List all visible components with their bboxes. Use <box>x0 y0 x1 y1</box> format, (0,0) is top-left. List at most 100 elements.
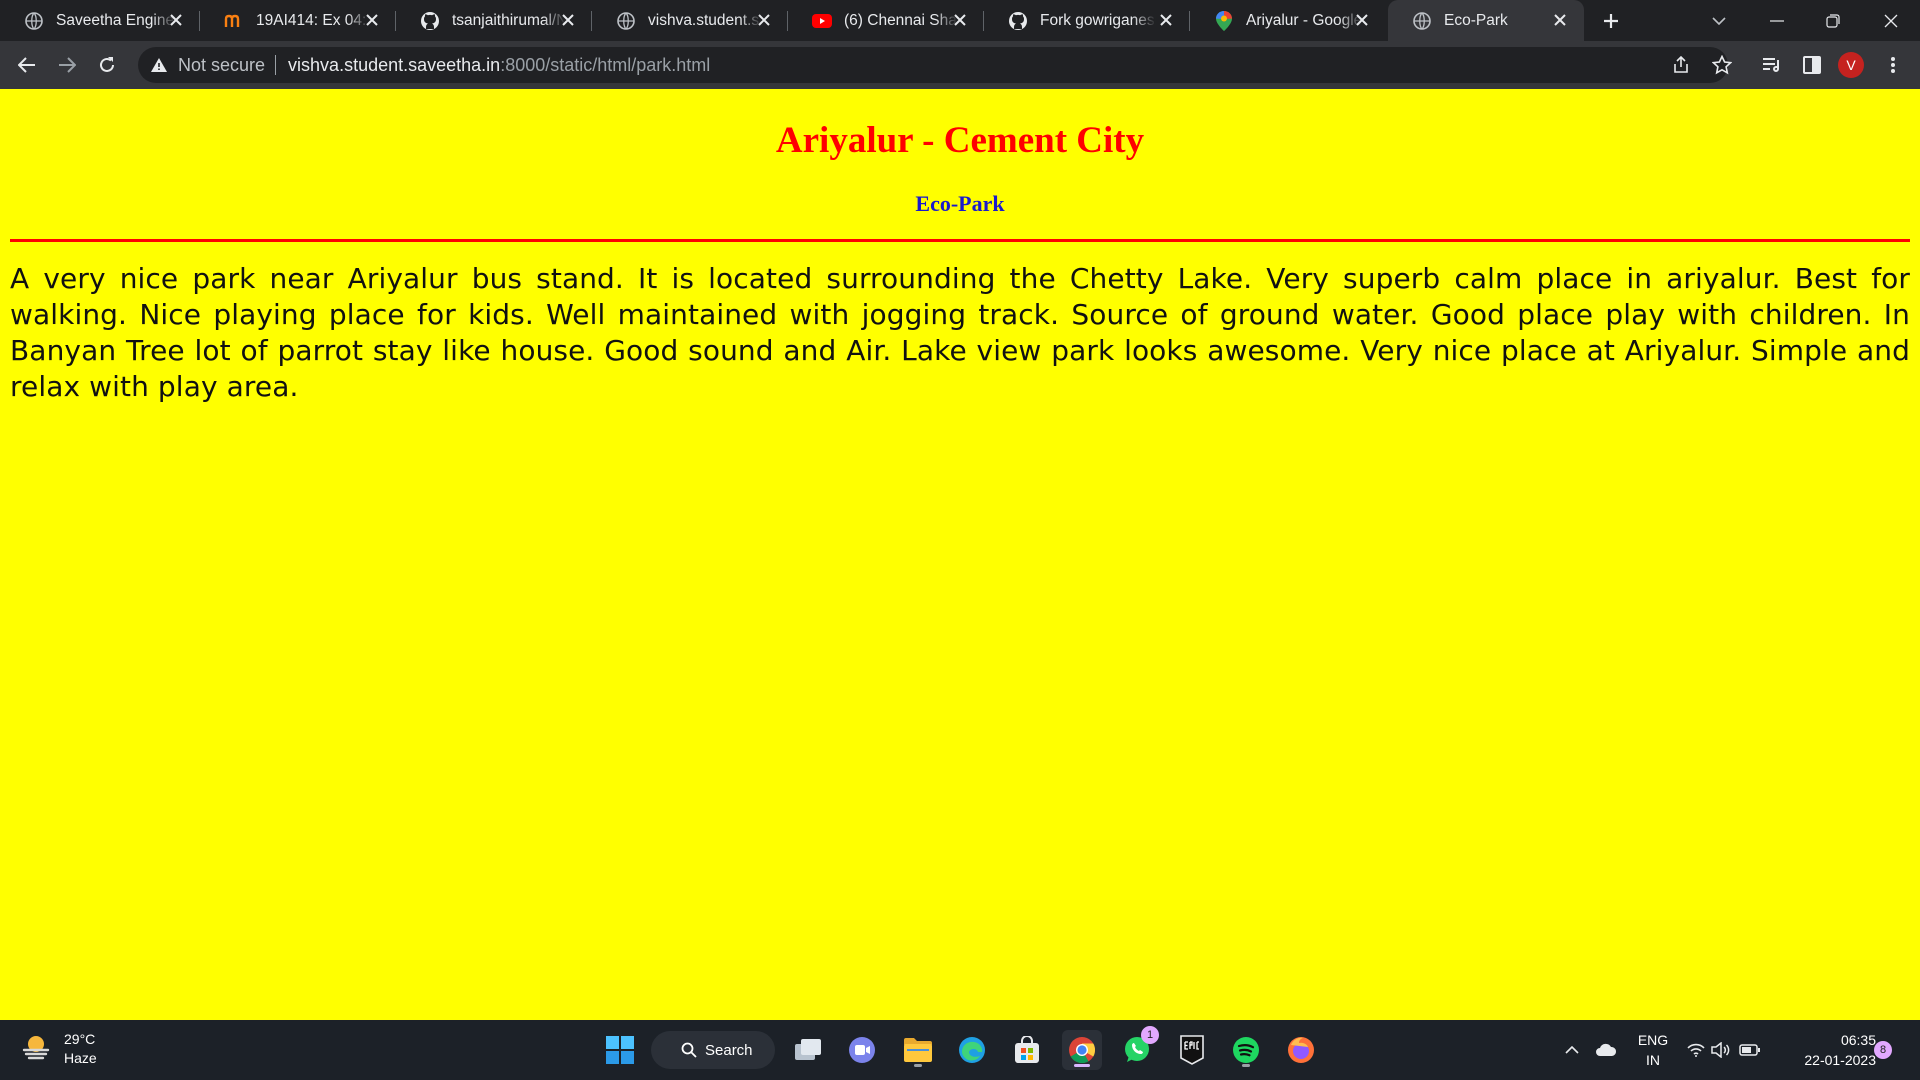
windows-logo-icon <box>606 1036 634 1064</box>
close-tab-icon[interactable] <box>362 10 382 30</box>
horizontal-rule <box>10 239 1910 242</box>
task-view-button[interactable] <box>788 1030 828 1070</box>
close-tab-icon[interactable] <box>1550 10 1570 30</box>
plus-icon <box>1604 14 1618 28</box>
chrome-button[interactable] <box>1062 1030 1102 1070</box>
search-icon <box>681 1042 697 1058</box>
page-viewport: Ariyalur - Cement City Eco-Park A very n… <box>0 89 1920 1020</box>
arrow-left-icon <box>18 57 35 73</box>
store-icon <box>1015 1036 1039 1063</box>
close-tab-icon[interactable] <box>1156 10 1176 30</box>
tab-eco-park[interactable]: Eco-Park <box>1388 0 1584 41</box>
menu-button[interactable] <box>1877 49 1909 81</box>
description-paragraph: A very nice park near Ariyalur bus stand… <box>10 262 1910 403</box>
tab-title: Ariyalur - Google Maps <box>1246 11 1362 29</box>
profile-avatar[interactable]: V <box>1838 52 1864 78</box>
taskbar-search[interactable]: Search <box>651 1031 775 1069</box>
star-icon <box>1712 55 1732 75</box>
close-window-button[interactable] <box>1862 0 1920 41</box>
restore-button[interactable] <box>1804 0 1862 41</box>
tab-title: tsanjaithirumal/Nature <box>452 11 566 29</box>
cloud-icon <box>1596 1043 1617 1056</box>
file-explorer-button[interactable] <box>898 1030 938 1070</box>
notification-badge[interactable]: 8 <box>1874 1041 1892 1059</box>
security-status[interactable]: Not secure <box>178 55 265 76</box>
epic-games-button[interactable] <box>1172 1030 1212 1070</box>
firefox-button[interactable] <box>1281 1030 1321 1070</box>
close-tab-icon[interactable] <box>558 10 578 30</box>
back-button[interactable] <box>11 49 43 81</box>
share-button[interactable] <box>1665 49 1697 81</box>
running-indicator <box>914 1064 922 1067</box>
active-indicator <box>1074 1064 1090 1067</box>
maps-pin-icon <box>1214 10 1234 31</box>
close-tab-icon[interactable] <box>1352 10 1372 30</box>
close-tab-icon[interactable] <box>166 10 186 30</box>
epic-games-icon <box>1180 1035 1204 1065</box>
youtube-icon <box>812 11 832 31</box>
tab-tsanjaithirumal[interactable]: tsanjaithirumal/Nature <box>396 0 592 41</box>
github-icon <box>420 11 440 31</box>
search-label: Search <box>705 1041 753 1059</box>
kebab-menu-icon <box>1891 57 1895 73</box>
globe-icon <box>1412 11 1432 31</box>
chevron-down-icon <box>1712 16 1726 25</box>
spotify-button[interactable] <box>1226 1030 1266 1070</box>
clock-date: 22-01-2023 <box>1804 1052 1876 1068</box>
haze-sun-icon <box>20 1031 52 1068</box>
windows-taskbar: 29°C Haze Search 1 ENG IN 06:35 22-01-20… <box>0 1020 1920 1080</box>
github-icon <box>1008 11 1028 31</box>
restore-icon <box>1826 13 1840 28</box>
tab-ariyalur-maps[interactable]: Ariyalur - Google Maps <box>1190 0 1386 41</box>
tab-title: Eco-Park <box>1444 11 1508 29</box>
weather-condition: Haze <box>64 1050 97 1066</box>
page-title: Ariyalur - Cement City <box>775 120 1145 161</box>
microsoft-store-button[interactable] <box>1007 1030 1047 1070</box>
minimize-icon <box>1770 19 1784 22</box>
chat-icon <box>849 1037 875 1063</box>
spotify-icon <box>1233 1037 1259 1063</box>
tab-search-button[interactable] <box>1690 0 1748 41</box>
close-icon <box>1884 14 1898 27</box>
tab-saveetha[interactable]: Saveetha Engineering College <box>0 0 200 41</box>
forward-button[interactable] <box>51 49 83 81</box>
address-divider <box>275 55 277 75</box>
teams-chat-button[interactable] <box>842 1030 882 1070</box>
clock[interactable]: 06:35 22-01-2023 <box>1780 1030 1876 1070</box>
whatsapp-badge: 1 <box>1141 1026 1159 1044</box>
warning-triangle-icon[interactable] <box>150 56 168 74</box>
minimize-button[interactable] <box>1748 0 1806 41</box>
url-host: vishva.student.saveetha.in <box>288 54 501 75</box>
tab-chennai-sharks[interactable]: (6) Chennai Sharks <box>788 0 984 41</box>
weather-widget[interactable]: 29°C Haze <box>20 1030 97 1068</box>
bookmark-button[interactable] <box>1706 49 1738 81</box>
tab-title: Saveetha Engineering College <box>56 11 176 29</box>
side-panel-button[interactable] <box>1796 49 1828 81</box>
quick-settings-button[interactable] <box>1684 1030 1764 1070</box>
clock-time: 06:35 <box>1840 1032 1876 1048</box>
tab-19ai414[interactable]: 19AI414: Ex 04: Places <box>200 0 396 41</box>
start-button[interactable] <box>600 1030 640 1070</box>
show-hidden-icons-button[interactable] <box>1560 1030 1584 1070</box>
language-indicator[interactable]: ENG IN <box>1628 1030 1678 1070</box>
onedrive-button[interactable] <box>1590 1030 1622 1070</box>
wifi-icon <box>1687 1043 1705 1057</box>
task-view-icon <box>795 1039 821 1060</box>
language-code: ENG <box>1637 1032 1669 1048</box>
new-tab-button[interactable] <box>1598 8 1624 34</box>
edge-button[interactable] <box>952 1030 992 1070</box>
arrow-right-icon <box>59 57 76 73</box>
region-code: IN <box>1646 1052 1660 1068</box>
reading-list-button[interactable] <box>1756 49 1788 81</box>
tab-title: (6) Chennai Sharks <box>844 11 958 29</box>
whatsapp-button[interactable]: 1 <box>1117 1026 1159 1070</box>
folder-icon <box>904 1038 932 1062</box>
share-icon <box>1674 56 1688 73</box>
reload-button[interactable] <box>91 49 123 81</box>
globe-icon <box>616 11 636 31</box>
close-tab-icon[interactable] <box>950 10 970 30</box>
tab-vishva-student[interactable]: vishva.student.saveetha <box>592 0 788 41</box>
close-tab-icon[interactable] <box>754 10 774 30</box>
tab-fork-gowriganesh[interactable]: Fork gowriganesh <box>984 0 1190 41</box>
address-bar[interactable]: Not secure vishva.student.saveetha.in:80… <box>138 47 1728 83</box>
